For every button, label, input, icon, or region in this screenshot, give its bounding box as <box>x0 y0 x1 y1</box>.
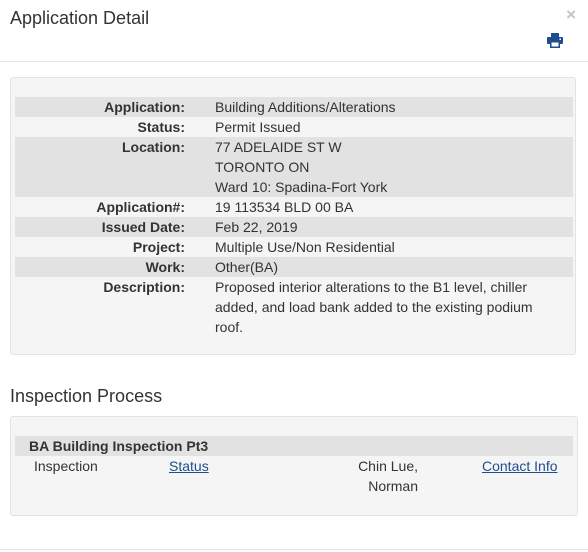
printer-icon <box>547 33 563 48</box>
detail-value: Proposed interior alterations to the B1 … <box>185 277 573 337</box>
modal-title: Application Detail <box>10 8 150 28</box>
detail-label: Description: <box>103 279 185 295</box>
inspection-group-header: BA Building Inspection Pt3 <box>15 436 573 456</box>
detail-value: Multiple Use/Non Residential <box>215 239 395 255</box>
detail-row-issued-date: Issued Date: Feb 22, 2019 <box>15 217 573 237</box>
bottom-divider <box>0 549 588 550</box>
close-icon[interactable]: × <box>566 6 576 23</box>
detail-row-status: Status: Permit Issued <box>15 117 573 137</box>
detail-label: Application#: <box>96 199 185 215</box>
detail-row-application: Application: Building Additions/Alterati… <box>15 97 573 117</box>
detail-value: 77 ADELAIDE ST W TORONTO ON Ward 10: Spa… <box>185 137 573 197</box>
inspection-group-title: BA Building Inspection Pt3 <box>29 438 209 454</box>
detail-label: Work: <box>15 257 185 277</box>
detail-label: Issued Date: <box>15 217 185 237</box>
detail-row-work: Work: Other(BA) <box>15 257 573 277</box>
detail-value: 19 113534 BLD 00 BA <box>215 199 354 215</box>
section-title: Inspection Process <box>10 386 163 406</box>
description-line: added, and load bank added to the existi… <box>215 299 533 315</box>
detail-value: Feb 22, 2019 <box>185 217 573 237</box>
description-line: roof. <box>215 319 244 335</box>
detail-table: Application: Building Additions/Alterati… <box>15 97 573 337</box>
location-line: Ward 10: Spadina-Fort York <box>215 179 388 195</box>
detail-label: Application: <box>15 97 185 117</box>
detail-row-location: Location: 77 ADELAIDE ST W TORONTO ON Wa… <box>15 137 573 197</box>
detail-label: Status: <box>137 119 185 135</box>
contact-info-link[interactable]: Contact Info <box>482 456 558 476</box>
inspector-line: Norman <box>368 478 418 494</box>
detail-value: Building Additions/Alterations <box>185 97 573 117</box>
detail-row-description: Description: Proposed interior alteratio… <box>15 277 573 337</box>
detail-value: Permit Issued <box>215 119 301 135</box>
inspection-type: Inspection <box>34 458 98 474</box>
detail-value: Other(BA) <box>185 257 573 277</box>
print-button[interactable] <box>547 33 563 48</box>
status-link[interactable]: Status <box>169 456 209 476</box>
inspector-line: Chin Lue, <box>358 458 418 474</box>
inspector-name: Chin Lue, Norman <box>330 456 418 496</box>
detail-row-application-number: Application#: 19 113534 BLD 00 BA <box>15 197 573 217</box>
location-line: 77 ADELAIDE ST W <box>215 139 342 155</box>
header-divider <box>0 61 588 62</box>
description-line: Proposed interior alterations to the B1 … <box>215 279 528 295</box>
detail-label: Location: <box>15 137 185 197</box>
detail-row-project: Project: Multiple Use/Non Residential <box>15 237 573 257</box>
location-line: TORONTO ON <box>215 159 310 175</box>
detail-label: Project: <box>132 239 185 255</box>
